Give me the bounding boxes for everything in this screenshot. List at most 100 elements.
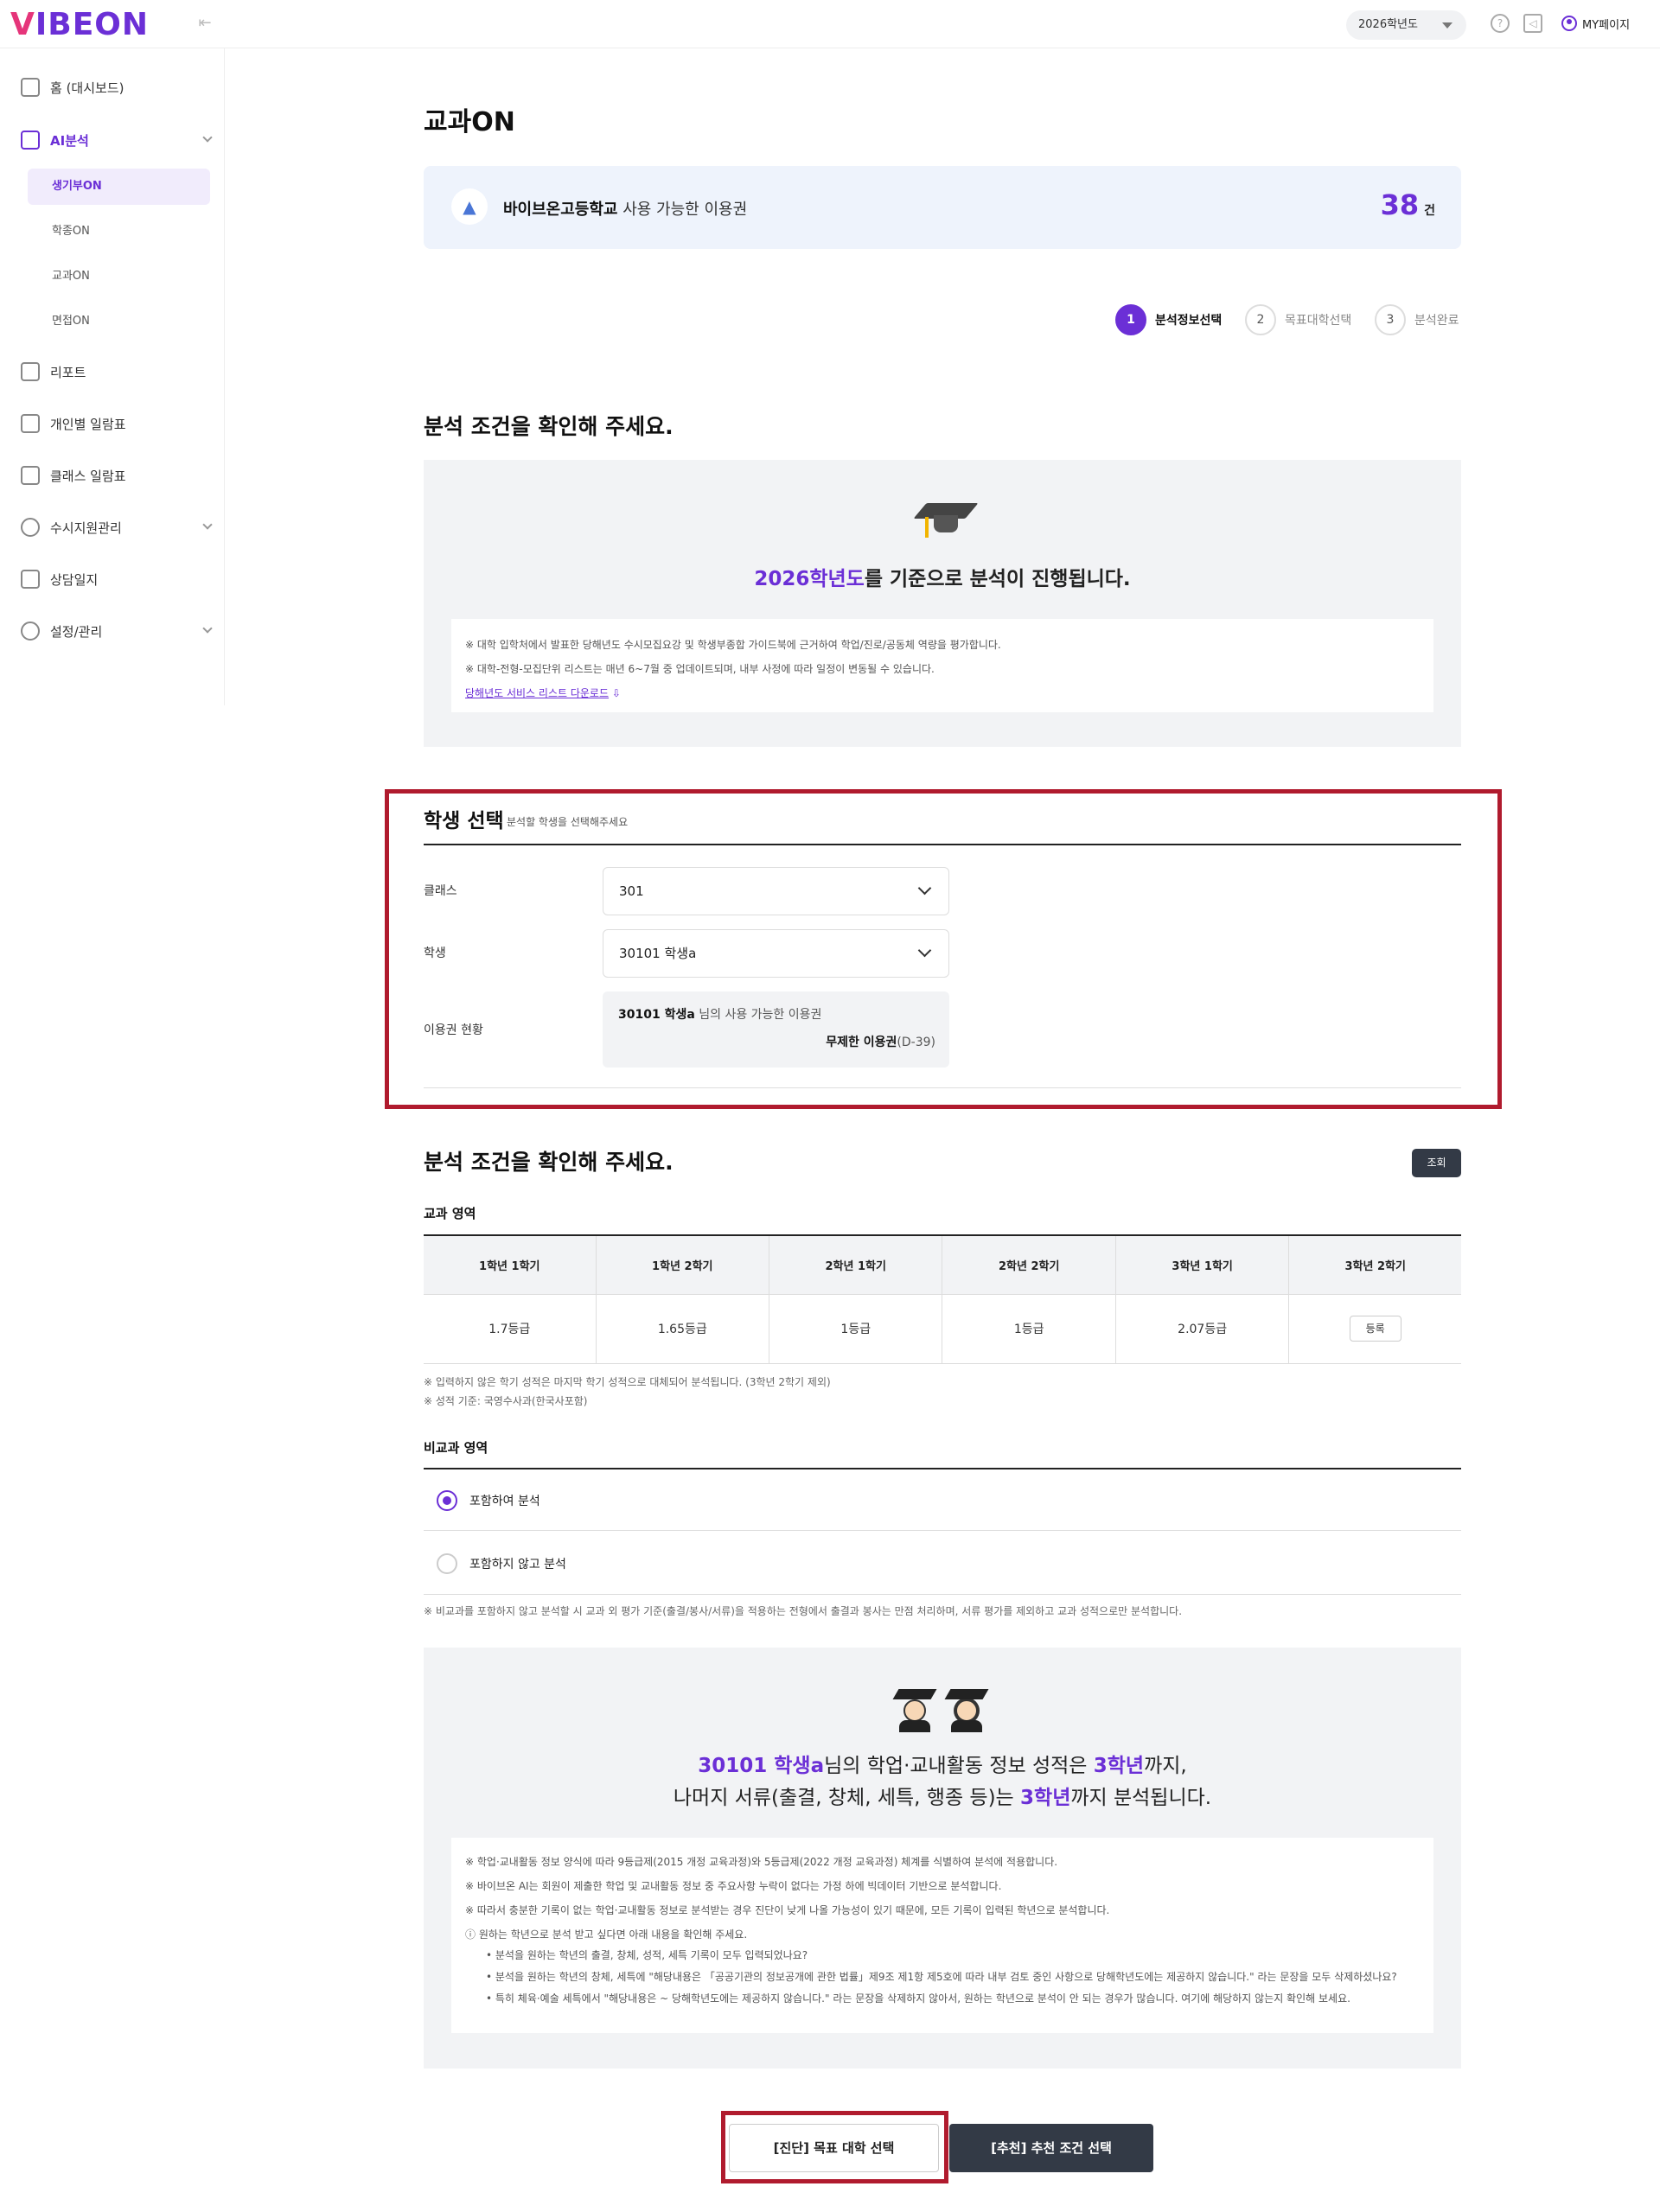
sidebar-item-counsel-log[interactable]: 상담일지 — [21, 566, 211, 592]
divider — [424, 1087, 1461, 1088]
diagnose-target-university-button[interactable]: [진단] 목표 대학 선택 — [729, 2124, 939, 2172]
column-header: 3학년 2학기 — [1288, 1235, 1461, 1295]
usage-days: (D-39) — [897, 1036, 935, 1049]
phone-doc-icon — [21, 414, 40, 433]
year-notice: 2026학년도를 기준으로 분석이 진행됩니다. — [424, 562, 1461, 591]
chevron-down-icon — [202, 520, 213, 530]
help-icon[interactable]: ? — [1491, 14, 1510, 33]
grade-note: ※ 입력하지 않은 학기 성적은 마지막 학기 성적으로 대체되어 분석됩니다.… — [424, 1376, 831, 1388]
sidebar-item-home[interactable]: 홈 (대시보드) — [21, 74, 211, 100]
divider — [424, 1530, 1461, 1531]
vibeon-logo[interactable]: V IBEON — [10, 7, 149, 42]
note-line: ※ 따라서 충분한 기록이 없는 학업·교내활동 정보로 분석받는 경우 진단이… — [465, 1904, 1110, 1916]
mypage-button[interactable]: MY페이지 — [1561, 14, 1630, 33]
user-icon — [1561, 16, 1577, 31]
ticket-label: 사용 가능한 이용권 — [617, 201, 748, 219]
summary-notes: ※ 학업·교내활동 정보 양식에 따라 9등급제(2015 개정 교육과정)와 … — [451, 1838, 1433, 2033]
divider — [424, 1594, 1461, 1595]
usage-status-box: 30101 학생a 님의 사용 가능한 이용권 무제한 이용권(D-39) — [603, 991, 949, 1068]
radio-button[interactable] — [437, 1490, 457, 1511]
collapse-sidebar-icon[interactable]: ⇤ — [195, 14, 214, 33]
sidebar-item-label: 개인별 일람표 — [50, 416, 126, 432]
conditions-heading: 분석 조건을 확인해 주세요. — [424, 1150, 674, 1175]
chevron-down-icon — [917, 881, 932, 896]
chart-icon — [21, 362, 40, 381]
home-icon — [21, 78, 40, 97]
recommend-condition-button[interactable]: [추천] 추천 조건 선택 — [949, 2124, 1153, 2172]
grade-cell: 1등급 — [942, 1294, 1116, 1364]
notice-line: ※ 대학-전형-모집단위 리스트는 매년 6~7월 중 업데이트되며, 내부 사… — [465, 663, 935, 675]
female-graduate-icon — [944, 1686, 989, 1732]
summary-text: 님의 학업·교내활동 정보 성적은 — [824, 1755, 1094, 1777]
sidebar-subitem-record-on[interactable]: 생기부ON — [28, 169, 210, 205]
sidebar-item-application-mgmt[interactable]: 수시지원관리 — [21, 514, 213, 540]
class-dropdown[interactable]: 301 — [603, 867, 949, 915]
chevron-down-icon — [202, 623, 213, 634]
student-dropdown-value: 30101 학생a — [619, 946, 697, 961]
step-number: 1 — [1115, 304, 1146, 335]
notice-box: ※ 대학 입학처에서 발표한 당해년도 수시모집요강 및 학생부종합 가이드북에… — [451, 619, 1433, 712]
robot-icon — [21, 131, 40, 150]
step-label: 분석완료 — [1414, 314, 1459, 328]
school-name: 바이브온고등학교 — [503, 201, 618, 219]
column-header: 2학년 2학기 — [942, 1235, 1116, 1295]
summary-grade: 3학년 — [1020, 1787, 1071, 1809]
radio-include[interactable]: 포함하여 분석 — [437, 1488, 540, 1513]
sidebar: 홈 (대시보드) AI분석 생기부ON 학종ON 교과ON 면접ON 리포트 개… — [0, 48, 225, 705]
non-subject-area-label: 비교과 영역 — [424, 1440, 488, 1456]
sidebar-subitem-interview-on[interactable]: 면접ON — [28, 303, 210, 340]
divider — [424, 1468, 1461, 1469]
student-label: 학생 — [424, 947, 446, 960]
sidebar-item-individual-table[interactable]: 개인별 일람표 — [21, 411, 211, 437]
radio-exclude[interactable]: 포함하지 않고 분석 — [437, 1552, 566, 1576]
step-3: 3 분석완료 — [1375, 304, 1459, 335]
table-header-row: 1학년 1학기 1학년 2학기 2학년 1학기 2학년 2학기 3학년 1학기 … — [424, 1235, 1461, 1295]
sidebar-item-report[interactable]: 리포트 — [21, 359, 211, 385]
ticket-count-value: 38 — [1380, 188, 1420, 221]
sidebar-item-settings[interactable]: 설정/관리 — [21, 618, 213, 644]
usage-text: 님의 사용 가능한 이용권 — [694, 1008, 822, 1022]
chevron-down-icon — [917, 943, 932, 958]
usage-type: 무제한 이용권 — [826, 1036, 897, 1049]
year-notice-text: 를 기준으로 분석이 진행됩니다. — [864, 568, 1131, 590]
class-dropdown-value: 301 — [619, 883, 644, 899]
step-label: 분석정보선택 — [1155, 314, 1223, 328]
table-row: 1.7등급 1.65등급 1등급 1등급 2.07등급 등록 — [424, 1294, 1461, 1364]
year-select[interactable]: 2026학년도 — [1346, 10, 1466, 40]
graduation-cap-icon — [913, 498, 979, 541]
download-icon[interactable]: ⇩ — [612, 687, 621, 699]
sidebar-item-ai-analysis[interactable]: AI분석 — [21, 127, 213, 153]
year-select-value: 2026학년도 — [1358, 18, 1418, 31]
register-button[interactable]: 등록 — [1349, 1316, 1401, 1342]
sidebar-item-label: 설정/관리 — [50, 623, 103, 640]
step-1: 1 분석정보선택 — [1115, 304, 1222, 335]
ticket-count: 38 건 — [1381, 188, 1435, 221]
grade-cell: 1.7등급 — [424, 1294, 597, 1364]
download-link[interactable]: 당해년도 서비스 리스트 다운로드 — [465, 687, 609, 699]
query-button[interactable]: 조회 — [1412, 1149, 1461, 1177]
top-bar: V IBEON ⇤ 2026학년도 ? ◁ MY페이지 — [0, 0, 1660, 48]
student-dropdown[interactable]: 30101 학생a — [603, 929, 949, 978]
radio-exclude-label: 포함하지 않고 분석 — [469, 1558, 566, 1571]
column-header: 1학년 2학기 — [596, 1235, 770, 1295]
radio-button[interactable] — [437, 1553, 457, 1574]
summary-line-2: 나머지 서류(출결, 창체, 세특, 행종 등)는 3학년까지 분석됩니다. — [424, 1781, 1461, 1810]
sidebar-subitem-hakjong-on[interactable]: 학종ON — [28, 214, 210, 250]
student-select-subtitle: 분석할 학생을 선택해주세요 — [507, 816, 629, 828]
summary-text: 까지, — [1144, 1755, 1187, 1777]
sidebar-subitem-gyogwa-on[interactable]: 교과ON — [28, 258, 210, 295]
note-bullet: • 분석을 원하는 학년의 창체, 세특에 "해당내용은 「공공기관의 정보공개… — [486, 1971, 1397, 1983]
sidebar-item-class-table[interactable]: 클래스 일람표 — [21, 462, 211, 488]
divider — [424, 844, 1461, 845]
megaphone-icon[interactable]: ◁ — [1523, 14, 1542, 33]
grade-cell: 등록 — [1288, 1294, 1461, 1364]
note-line: ⓘ 원하는 학년으로 분석 받고 싶다면 아래 내용을 확인해 주세요. — [465, 1928, 748, 1941]
target-icon — [21, 518, 40, 537]
radio-include-label: 포함하여 분석 — [469, 1495, 540, 1508]
summary-text: 나머지 서류(출결, 창체, 세특, 행종 등)는 — [673, 1787, 1021, 1809]
year-highlight: 2026학년도 — [754, 568, 865, 590]
download-link-row: 당해년도 서비스 리스트 다운로드 ⇩ — [465, 681, 1420, 705]
note-line: ※ 바이브온 AI는 회원이 제출한 학업 및 교내활동 정보 중 주요사항 누… — [465, 1880, 1002, 1892]
chevron-down-icon — [202, 132, 213, 143]
phone-doc-icon — [21, 466, 40, 485]
